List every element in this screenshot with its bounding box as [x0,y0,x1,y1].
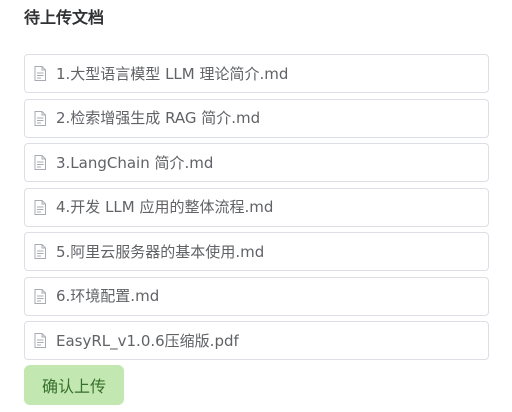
document-icon [34,110,46,126]
file-name: 5.阿里云服务器的基本使用.md [56,242,265,261]
pending-file-list: 1.大型语言模型 LLM 理论简介.md 2.检索增强生成 RAG 简介.md … [24,54,489,366]
file-name: 2.检索增强生成 RAG 简介.md [56,109,261,127]
file-list-item[interactable]: 5.阿里云服务器的基本使用.md [24,232,489,271]
document-icon [34,155,46,170]
file-name: 4.开发 LLM 应用的整体流程.md [56,198,274,216]
file-list-item[interactable]: EasyRL_v1.0.6压缩版.pdf [24,321,489,360]
confirm-upload-button[interactable]: 确认上传 [24,365,124,405]
file-list-item[interactable]: 2.检索增强生成 RAG 简介.md [24,98,489,138]
document-icon [34,244,46,259]
document-icon [34,66,46,81]
file-list-item[interactable]: 4.开发 LLM 应用的整体流程.md [24,187,489,227]
file-list-item[interactable]: 1.大型语言模型 LLM 理论简介.md [24,54,489,93]
file-name: 1.大型语言模型 LLM 理论简介.md [56,64,289,83]
document-icon [34,199,46,215]
document-icon [34,333,46,348]
file-name: EasyRL_v1.0.6压缩版.pdf [56,331,239,350]
file-list-item[interactable]: 3.LangChain 简介.md [24,143,489,182]
file-list-item[interactable]: 6.环境配置.md [24,276,489,316]
file-name: 3.LangChain 简介.md [56,153,214,172]
file-name: 6.环境配置.md [56,287,160,305]
document-icon [34,288,46,304]
panel-title: 待上传文档 [24,8,105,27]
